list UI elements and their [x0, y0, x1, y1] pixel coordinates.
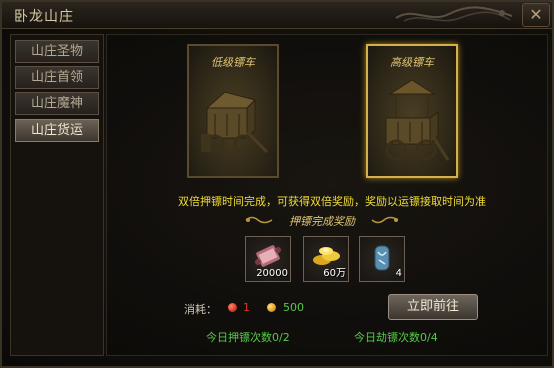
reward-slot[interactable]: 20000: [245, 236, 291, 282]
sidebar: 山庄圣物 山庄首领 山庄魔神 山庄货运: [10, 34, 104, 356]
reward-count: 20000: [256, 268, 288, 279]
tab-villa-boss[interactable]: 山庄首领: [15, 66, 99, 89]
close-icon: ✕: [529, 5, 543, 24]
escort-count: 今日押镖次数0/2: [206, 331, 290, 344]
cart-title: 低级镖车: [211, 56, 255, 69]
reward-slot[interactable]: 60万: [303, 236, 349, 282]
blue-gem-icon: [374, 245, 390, 271]
cost-label: 消耗：: [184, 303, 217, 316]
tab-label: 山庄货运: [30, 123, 83, 138]
reward-section-header: 押镖完成奖励: [245, 212, 399, 230]
low-level-cart-card[interactable]: 低级镖车: [187, 44, 279, 178]
reward-header-label: 押镖完成奖励: [289, 215, 355, 228]
tab-villa-demon[interactable]: 山庄魔神: [15, 92, 99, 115]
go-now-label: 立即前往: [406, 299, 459, 314]
high-level-cart-card[interactable]: 高级镖车: [366, 44, 458, 178]
reward-slot[interactable]: 4: [359, 236, 405, 282]
double-reward-info: 双倍押镖时间完成，可获得双倍奖励，奖励以运镖接取时间为准: [178, 195, 486, 208]
window-title: 卧龙山庄: [14, 9, 74, 25]
rob-count: 今日劫镖次数0/4: [354, 331, 438, 344]
go-now-button[interactable]: 立即前往: [388, 294, 478, 320]
close-button[interactable]: ✕: [522, 3, 550, 27]
reward-count: 4: [395, 268, 402, 279]
title-bar: 卧龙山庄 ✕: [2, 2, 552, 29]
tab-label: 山庄魔神: [30, 96, 83, 111]
escort-window: 卧龙山庄 ✕ 山庄圣物 山庄首领 山庄魔神 山庄货运 低级镖车 高级镖车 双倍押…: [0, 0, 554, 368]
red-gem-icon: [228, 303, 237, 312]
tab-shrine-relic[interactable]: 山庄圣物: [15, 40, 99, 63]
cart-icon: [201, 91, 269, 154]
ornament-right-icon: [371, 216, 399, 224]
red-cost-value: 1: [243, 301, 250, 314]
cart-icon: [385, 79, 450, 161]
tab-label: 山庄首领: [30, 70, 83, 85]
dragon-ornament-icon: [395, 6, 513, 22]
gold-coin-icon: [267, 303, 276, 312]
ornament-left-icon: [245, 216, 273, 224]
reward-count: 60万: [323, 268, 346, 279]
tab-villa-freight[interactable]: 山庄货运: [15, 119, 99, 142]
gold-cost-value: 500: [283, 301, 304, 314]
tab-label: 山庄圣物: [30, 44, 83, 59]
cart-title: 高级镖车: [390, 56, 434, 69]
